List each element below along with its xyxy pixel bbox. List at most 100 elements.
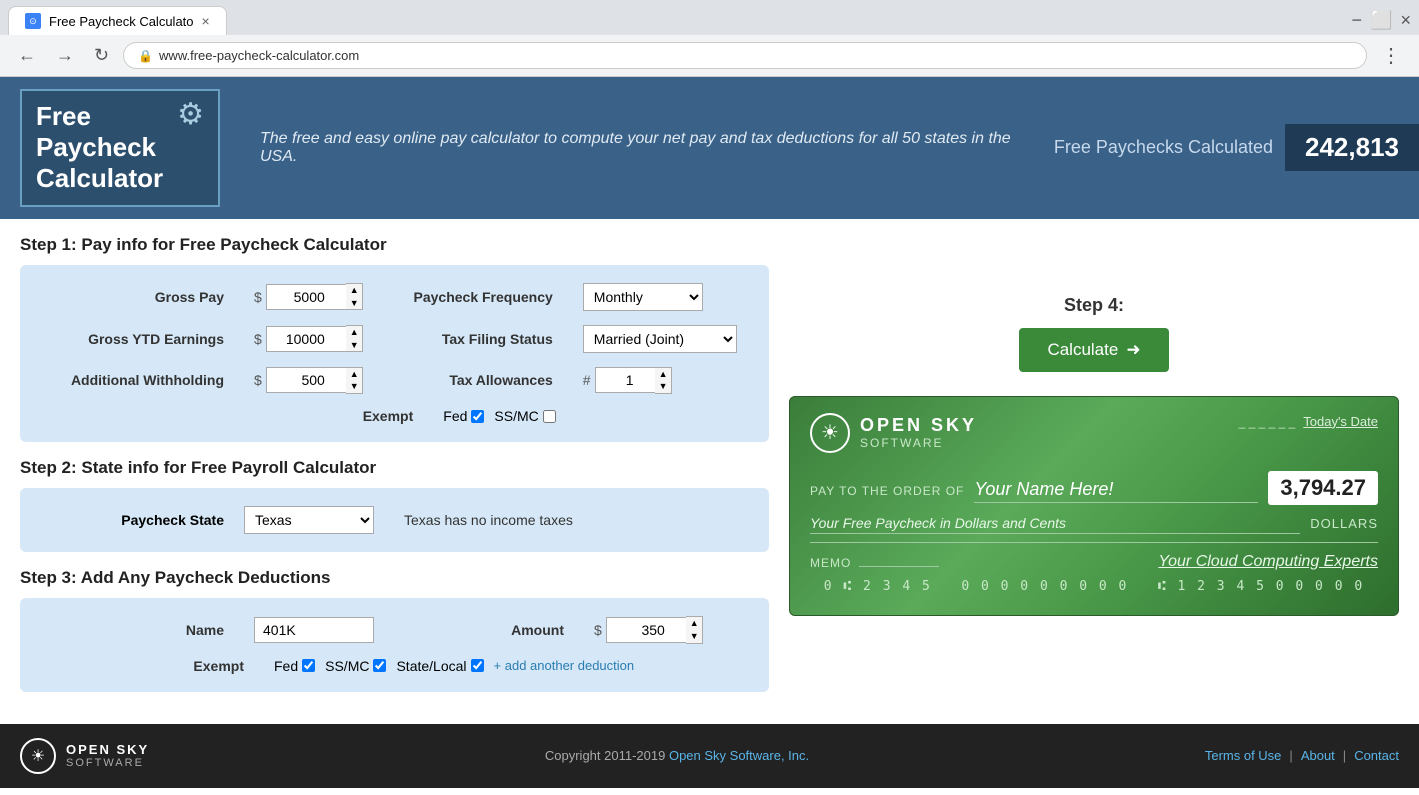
calculate-arrow: ➜ [1126,340,1140,360]
check-logo-line1: OPEN SKY [860,415,977,436]
gear-icon: ⚙ [177,97,204,132]
additional-withholding-label: Additional Withholding [44,372,224,388]
check-payee: Your Name Here! [974,479,1258,503]
footer-terms-link[interactable]: Terms of Use [1205,748,1282,763]
browser-tab[interactable]: ⊙ Free Paycheck Calculato × [8,6,227,35]
deduction-exempt-ssmc-checkbox[interactable] [373,659,386,672]
deduction-exempt-statelocal-checkbox[interactable] [471,659,484,672]
additional-withholding-row: Additional Withholding $ ▲ ▼ Tax Allowan… [44,367,745,395]
check-date-text: Today's Date [1303,414,1378,429]
check-routing: 0 ⑆ 2 3 4 5 0 0 0 0 0 0 0 0 0 ⑆ 1 2 3 4 … [810,579,1378,594]
state-note: Texas has no income taxes [404,512,573,528]
footer-logo-text: OPEN SKY SOFTWARE [66,742,149,769]
window-controls: − ⬜ × [1352,10,1411,31]
deduction-amount-down[interactable]: ▼ [686,630,702,643]
deduction-exempt-checkboxes: Fed SS/MC State/Local + add another dedu… [274,658,634,674]
gross-pay-field: $ ▲ ▼ [254,283,363,311]
gross-ytd-dollar: $ [254,331,262,347]
tax-allowances-down[interactable]: ▼ [655,380,671,393]
footer-copyright-link[interactable]: Open Sky Software, Inc. [669,748,809,763]
deduction-amount-field: $ ▲ ▼ [594,616,703,644]
tax-filing-status-select[interactable]: Married (Joint) Single Married (Separate… [583,325,737,353]
paycheck-state-label: Paycheck State [44,512,224,528]
maximize-button[interactable]: ⬜ [1370,10,1392,31]
additional-withholding-down[interactable]: ▼ [346,380,362,393]
check-amount-words: Your Free Paycheck in Dollars and Cents [810,515,1300,534]
tax-allowances-spinner-btns: ▲ ▼ [655,367,672,395]
deduction-exempt-ssmc-item: SS/MC [325,658,386,674]
deduction-exempt-label: Exempt [64,658,244,674]
gross-ytd-spinner[interactable]: ▲ ▼ [266,325,363,353]
tax-allowances-input[interactable] [595,367,655,393]
deduction-amount-input[interactable] [606,617,686,643]
counter-value: 242,813 [1285,124,1419,171]
browser-menu-button[interactable]: ⋮ [1375,41,1407,70]
additional-withholding-input[interactable] [266,367,346,393]
left-column: Step 1: Pay info for Free Paycheck Calcu… [20,235,769,708]
gross-pay-down[interactable]: ▼ [346,297,362,310]
footer-logo: ☀ OPEN SKY SOFTWARE [20,738,149,774]
deduction-amount-spinner[interactable]: ▲ ▼ [606,616,703,644]
gross-pay-spinner[interactable]: ▲ ▼ [266,283,363,311]
exempt-checkboxes: Fed SS/MC [443,408,555,424]
paycheck-frequency-select[interactable]: Monthly Weekly Bi-Weekly Semi-Monthly Qu… [583,283,703,311]
deduction-amount-up[interactable]: ▲ [686,617,702,630]
gross-ytd-label: Gross YTD Earnings [44,331,224,347]
exempt-ssmc-checkbox[interactable] [543,410,556,423]
footer-sep-2: | [1343,748,1346,763]
close-window-button[interactable]: × [1400,10,1411,31]
check-amount-words-row: Your Free Paycheck in Dollars and Cents … [810,515,1378,543]
step3-title: Step 3: Add Any Paycheck Deductions [20,568,769,588]
lock-icon: 🔒 [138,49,153,63]
tax-allowances-spinner[interactable]: ▲ ▼ [595,367,672,395]
step4-title: Step 4: [789,295,1399,316]
tax-allowances-up[interactable]: ▲ [655,368,671,381]
check-signature: Your Cloud Computing Experts [1158,553,1378,571]
tax-allowances-label: Tax Allowances [393,372,553,388]
forward-button[interactable]: → [50,43,80,68]
gross-ytd-field: $ ▲ ▼ [254,325,363,353]
add-deduction-link[interactable]: + add another deduction [494,658,635,673]
deduction-name-row: Name Amount $ ▲ ▼ [44,616,745,644]
check-dollars-label: DOLLARS [1310,516,1378,531]
step1-box: Gross Pay $ ▲ ▼ Paycheck Frequency Month… [20,265,769,443]
gross-ytd-up[interactable]: ▲ [346,326,362,339]
reload-button[interactable]: ↻ [88,43,115,68]
deduction-name-input[interactable] [254,617,374,643]
gross-ytd-down[interactable]: ▼ [346,339,362,352]
hash-icon: # [583,372,591,388]
browser-navbar: ← → ↻ 🔒 www.free-paycheck-calculator.com… [0,35,1419,76]
additional-withholding-spinner[interactable]: ▲ ▼ [266,367,363,395]
footer-about-link[interactable]: About [1301,748,1335,763]
additional-withholding-up[interactable]: ▲ [346,368,362,381]
minimize-button[interactable]: − [1352,10,1363,31]
paycheck-state-select[interactable]: Texas Alabama Alaska Arizona Arkansas Ca… [244,506,374,534]
check-memo-label: MEMO [810,556,851,570]
footer-contact-link[interactable]: Contact [1354,748,1399,763]
gross-ytd-row: Gross YTD Earnings $ ▲ ▼ Tax Filing Stat… [44,325,745,353]
check-logo-text: OPEN SKY SOFTWARE [860,415,977,450]
gross-pay-input[interactable] [266,284,346,310]
main-content: Step 1: Pay info for Free Paycheck Calcu… [0,219,1419,724]
check-memo-left: MEMO [810,554,939,570]
gross-pay-dollar: $ [254,289,262,305]
gross-ytd-spinner-btns: ▲ ▼ [346,325,363,353]
back-button[interactable]: ← [12,43,42,68]
deduction-name-label: Name [44,622,224,638]
additional-withholding-field: $ ▲ ▼ [254,367,363,395]
deduction-exempt-fed-checkbox[interactable] [302,659,315,672]
site-logo: ⚙ Free Paycheck Calculator [20,89,220,207]
calculate-button[interactable]: Calculate ➜ [1019,328,1168,372]
exempt-fed-label: Fed [443,408,467,424]
tab-close-button[interactable]: × [202,13,210,29]
gross-pay-row: Gross Pay $ ▲ ▼ Paycheck Frequency Month… [44,283,745,311]
deduction-exempt-statelocal-item: State/Local [396,658,483,674]
exempt-fed-checkbox[interactable] [471,410,484,423]
url-text: www.free-paycheck-calculator.com [159,48,1352,63]
gross-pay-up[interactable]: ▲ [346,284,362,297]
gross-ytd-input[interactable] [266,326,346,352]
address-bar[interactable]: 🔒 www.free-paycheck-calculator.com [123,42,1367,69]
check-logo-line2: SOFTWARE [860,436,977,450]
deduction-amount-label: Amount [404,622,564,638]
deduction-exempt-ssmc-label: SS/MC [325,658,369,674]
